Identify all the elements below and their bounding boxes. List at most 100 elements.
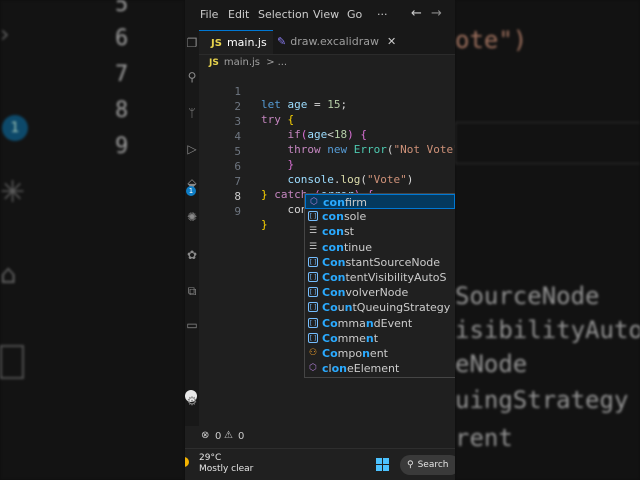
taskbar-search[interactable]: ⚲ Search <box>400 455 455 475</box>
suggestion-item[interactable]: [ ] Comment <box>305 331 455 346</box>
warning-count[interactable]: 0 <box>238 431 244 442</box>
suggestion-label: Comment <box>322 331 379 345</box>
bg-line-number: 5 <box>115 0 129 17</box>
taskbar: 29°C Mostly clear ⚲ Search <box>185 448 455 480</box>
tab-main-js[interactable]: JS main.js <box>199 30 273 54</box>
ai-sparkle-icon[interactable]: ✺ <box>185 210 199 224</box>
back-arrow-icon[interactable]: ← <box>411 6 422 21</box>
suggestion-label: console <box>322 210 367 224</box>
code-line: 3 if(age<18) { <box>199 102 455 141</box>
bg-text: ote") <box>455 26 528 54</box>
variable-icon: [ ] <box>308 317 318 328</box>
method-icon: ⬡ <box>309 363 317 374</box>
suggestion-label: cloneElement <box>322 362 400 376</box>
breadcrumb-file[interactable]: main.js <box>224 57 260 68</box>
suggestion-label: ConstantSourceNode <box>322 255 441 269</box>
suggestion-item[interactable]: [ ] ContentVisibilityAutoS <box>305 270 455 285</box>
excalidraw-icon: ✎ <box>277 35 287 48</box>
bg-text: rent <box>455 424 513 452</box>
menu-bar: File Edit Selection View Go ··· ← → <box>185 0 455 30</box>
line-number: 9 <box>234 205 241 218</box>
suggestion-item[interactable]: ⬡ confirm <box>305 194 455 209</box>
breadcrumb-sep: > <box>266 57 275 68</box>
menu-edit[interactable]: Edit <box>228 8 249 21</box>
explorer-icon[interactable]: ❐ <box>185 36 199 50</box>
variable-icon: [ ] <box>308 272 318 282</box>
code-line: 1 let age = 15; <box>199 72 455 111</box>
code-line: 4 throw new Error("Not Vote") <box>199 117 455 156</box>
tab-label: draw.excalidraw <box>290 35 379 48</box>
status-bar: ⊗ 0 ⚠ 0 <box>199 426 455 446</box>
suggestion-item[interactable]: ☰ continue <box>305 240 455 255</box>
warning-icon[interactable]: ⚠ <box>224 430 233 441</box>
bg-text: isibilityAutoS <box>455 316 640 344</box>
js-file-icon: JS <box>211 38 222 49</box>
menu-view[interactable]: View <box>313 8 339 21</box>
weather-widget[interactable]: 29°C Mostly clear <box>187 453 253 475</box>
windows-start-icon[interactable] <box>376 458 390 472</box>
suggestion-item[interactable]: [ ] ConstantSourceNode <box>305 255 455 270</box>
breadcrumb: JS main.js >... <box>209 57 287 68</box>
bg-icon: ⌂ <box>0 260 17 290</box>
bg-selection-box <box>455 122 640 164</box>
search-icon: ⚲ <box>407 460 414 470</box>
error-icon[interactable]: ⊗ <box>201 430 209 441</box>
code-line: 5 } <box>199 132 455 171</box>
vscode-window: File Edit Selection View Go ··· ← → ❐ ⚲ … <box>185 0 455 480</box>
variable-icon: [ ] <box>308 302 318 313</box>
bg-icon: › <box>0 20 10 48</box>
background-left-blur: 5 6 7 8 9 1 › ✳ ⌂ <box>0 0 185 480</box>
error-count[interactable]: 0 <box>215 431 221 442</box>
suggestion-item[interactable]: [ ] console <box>305 209 455 224</box>
close-icon[interactable]: ✕ <box>387 35 396 48</box>
suggestion-item[interactable]: ⬡ cloneElement <box>305 361 455 376</box>
suggestion-item[interactable]: [ ] CountQueuingStrategy <box>305 300 455 315</box>
notebook-icon[interactable]: ⧉ <box>185 284 199 299</box>
tab-draw-excalidraw[interactable]: ✎ draw.excalidraw ✕ <box>277 30 396 54</box>
suggestion-label: const <box>322 225 354 239</box>
menu-more[interactable]: ··· <box>377 8 388 21</box>
js-file-icon: JS <box>209 58 219 68</box>
variable-icon: [ ] <box>308 256 318 267</box>
remote-icon[interactable]: ▭ <box>185 318 199 332</box>
activity-bar: ❐ ⚲ ᛘ ▷ ⬙ 1 ✺ ✿ ⧉ ▭ ⚙ <box>185 30 199 426</box>
bg-icon: ✳ <box>0 175 26 210</box>
bg-text: eNode <box>455 350 528 378</box>
keyword-icon: ☰ <box>308 226 318 237</box>
suggestion-item[interactable]: [ ] ConvolverNode <box>305 285 455 300</box>
breadcrumb-rest[interactable]: ... <box>278 57 288 68</box>
temperature: 29°C <box>199 453 222 463</box>
variable-icon: [ ] <box>308 211 318 222</box>
menu-file[interactable]: File <box>200 8 218 21</box>
bg-text: uingStrategy <box>455 386 629 414</box>
code-line: 7 } catch (error) { <box>199 162 455 201</box>
bg-line-number: 8 <box>115 98 129 123</box>
variable-icon: [ ] <box>308 332 318 343</box>
menu-selection[interactable]: Selection <box>258 8 309 21</box>
run-debug-icon[interactable]: ▷ <box>185 142 199 156</box>
tab-label: main.js <box>226 36 267 49</box>
gear-icon[interactable]: ⚙ <box>185 394 199 408</box>
python-icon[interactable]: ✿ <box>185 248 199 262</box>
scm-badge: 1 <box>186 186 196 196</box>
suggestion-label: continue <box>322 240 373 254</box>
bg-icon <box>0 345 24 379</box>
forward-arrow-icon[interactable]: → <box>431 6 442 21</box>
bg-text: SourceNode <box>455 282 600 310</box>
method-icon: ⬡ <box>310 197 318 207</box>
suggestion-label: ContentVisibilityAutoS <box>322 271 447 284</box>
menu-go[interactable]: Go <box>347 8 362 21</box>
background-right-blur: ote") SourceNode isibilityAutoS eNode ui… <box>455 0 640 480</box>
suggestion-label: CountQueuingStrategy <box>322 301 451 315</box>
suggestion-label: ConvolverNode <box>322 286 409 300</box>
suggestion-item[interactable]: [ ] CommandEvent <box>305 316 455 331</box>
suggestion-item[interactable]: ☰ const <box>305 224 455 239</box>
search-icon[interactable]: ⚲ <box>185 70 199 84</box>
search-label: Search <box>417 460 449 470</box>
source-control-icon[interactable]: ᛘ <box>185 106 199 120</box>
bg-line-number: 6 <box>115 26 129 51</box>
suggestion-item[interactable]: ⚇ Component <box>305 346 455 361</box>
code-line-current: 8 con <box>199 177 455 217</box>
keyword-icon: ☰ <box>308 241 318 252</box>
suggestion-label: CommandEvent <box>322 316 413 330</box>
